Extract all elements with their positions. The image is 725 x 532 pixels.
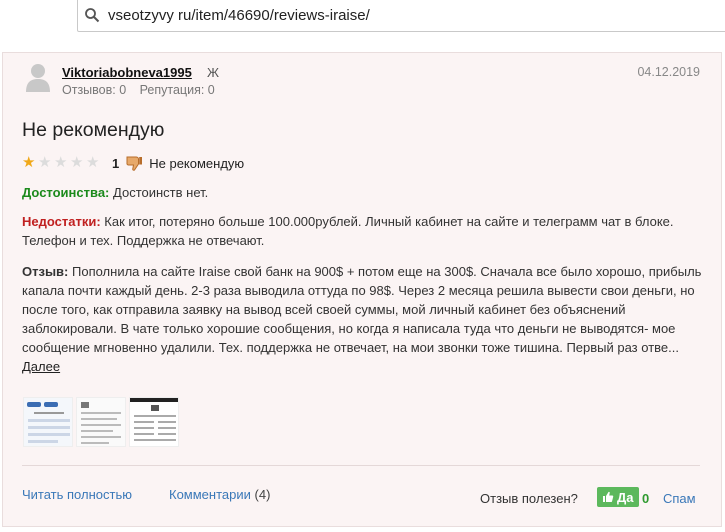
review-body: Отзыв: Пополнила на сайте Iraise свой ба… [22,262,702,376]
user-stats: Отзывов: 0 Репутация: 0 [62,83,225,97]
image-thumbnail[interactable] [129,397,179,447]
cons-section: Недостатки: Как итог, потеряно больше 10… [22,212,702,250]
star-icon: ★ [54,154,68,171]
pros-section: Достоинства: Достоинств нет. [22,183,702,202]
comments-label: Комментарии [169,487,251,502]
spam-link[interactable]: Спам [663,491,696,506]
pros-label: Достоинства: [22,185,110,200]
helpful-count: 0 [642,491,650,506]
star-icon: ★ [38,154,52,171]
address-bar[interactable]: vseotzyvy ru/item/46690/reviews-iraise/ [77,0,725,32]
comments-count: (4) [254,487,271,502]
cons-text: Как итог, потеряно больше 100.000рублей.… [22,214,674,248]
pros-text: Достоинств нет. [113,185,209,200]
review-title: Не рекомендую [22,119,165,141]
browser-toolbar: vseotzyvy ru/item/46690/reviews-iraise/ [0,0,725,42]
thumbs-up-icon [603,491,614,502]
rating-row: ★ ★ ★ ★ ★ 1 Не рекомендую [22,154,244,172]
image-thumbnail[interactable] [76,397,126,447]
read-full-link[interactable]: Читать полностью [22,487,132,502]
attached-images [23,397,179,447]
footer-divider [22,465,700,466]
yes-label: Да [617,489,634,505]
helpful-yes-button[interactable]: Да [597,487,639,507]
star-icon: ★ [86,154,100,171]
cons-label: Недостатки: [22,214,101,229]
review-card: Viktoriabobneva1995 Ж Отзывов: 0 Репутац… [2,52,722,527]
useful-question: Отзыв полезен? [480,491,578,506]
review-text: Пополнила на сайте Iraise свой банк на 9… [22,264,702,355]
username-link[interactable]: Viktoriabobneva1995 [62,65,192,80]
image-thumbnail[interactable] [23,397,73,447]
thumbs-down-icon [126,156,143,171]
user-avatar-icon [26,64,50,92]
review-label: Отзыв: [22,264,69,279]
review-date: 04.12.2019 [637,65,700,79]
read-more-link[interactable]: Далее [22,359,60,374]
rating-text: Не рекомендую [149,155,245,171]
reputation: Репутация: 0 [139,83,215,97]
url-text: vseotzyvy ru/item/46690/reviews-iraise/ [108,7,370,24]
rating-value: 1 [112,155,120,171]
search-icon [85,8,100,23]
comments-link[interactable]: Комментарии (4) [169,487,270,502]
star-icon: ★ [22,154,36,171]
rating-stars: ★ ★ ★ ★ ★ [22,155,102,171]
star-icon: ★ [70,154,84,171]
gender-label: Ж [207,65,220,80]
reviews-count: Отзывов: 0 [62,83,127,97]
